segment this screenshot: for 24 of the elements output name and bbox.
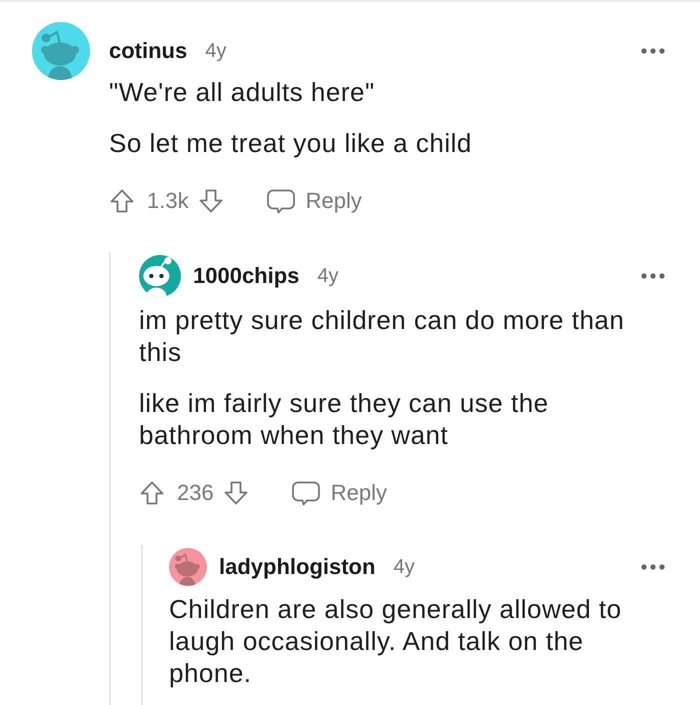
upvote-icon[interactable] bbox=[109, 188, 135, 214]
username[interactable]: ladyphlogiston bbox=[219, 554, 376, 580]
reply-button[interactable]: Reply bbox=[290, 480, 387, 506]
reply-button[interactable]: Reply bbox=[266, 188, 362, 214]
vote-count: 1.3k bbox=[147, 188, 189, 214]
comment-age: 4y bbox=[317, 264, 339, 288]
speech-bubble-icon bbox=[266, 188, 296, 214]
upvote-icon[interactable] bbox=[139, 480, 165, 506]
comment-age: 4y bbox=[205, 40, 226, 62]
more-options-icon[interactable] bbox=[641, 48, 665, 54]
more-options-icon[interactable] bbox=[641, 273, 665, 279]
username[interactable]: cotinus bbox=[109, 38, 188, 64]
more-options-icon[interactable] bbox=[641, 564, 665, 570]
comment-text: Children are also generally allowed to laugh occasionally. And talk on the phone. bbox=[169, 593, 623, 689]
speech-bubble-icon bbox=[290, 480, 321, 506]
username[interactable]: 1000chips bbox=[193, 263, 300, 289]
vote-count: 236 bbox=[177, 480, 214, 506]
comment-age: 4y bbox=[393, 556, 415, 578]
downvote-icon[interactable] bbox=[198, 188, 224, 214]
comment-text: im pretty sure children can do more than this bbox=[139, 304, 626, 368]
comment-text: like im fairly sure they can use the bathroom when they want bbox=[139, 387, 550, 451]
downvote-icon[interactable] bbox=[222, 480, 249, 506]
comment-text: So let me treat you like a child bbox=[109, 127, 473, 159]
comment-text: "We're all adults here" bbox=[109, 76, 376, 108]
